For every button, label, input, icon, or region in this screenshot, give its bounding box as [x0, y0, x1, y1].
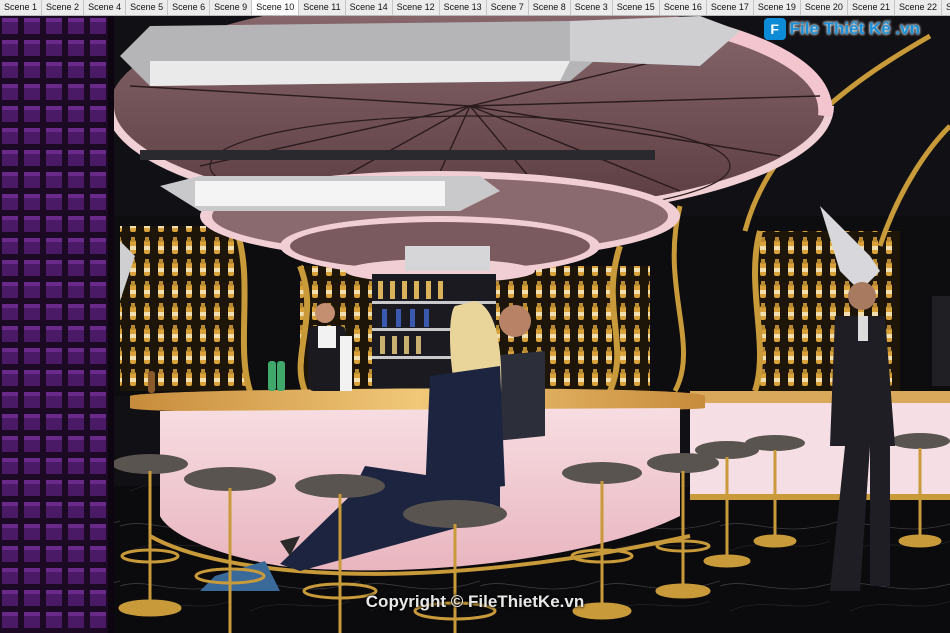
- scene-tab[interactable]: Scene 6: [168, 0, 211, 15]
- standing-man-figure: [830, 282, 895, 591]
- bar-render: [0, 16, 950, 633]
- scene-tab[interactable]: Scene 11: [299, 0, 346, 15]
- scene-tab[interactable]: Scene 22: [895, 0, 942, 15]
- scene-tab[interactable]: Scene 2: [42, 0, 85, 15]
- scene-tab[interactable]: Scene 8: [529, 0, 571, 15]
- scene-tab[interactable]: Scene 13: [440, 0, 487, 15]
- purple-block-wall: [0, 16, 112, 633]
- logo-icon: F: [763, 18, 786, 40]
- scene-tab[interactable]: Scene 12: [393, 0, 440, 15]
- scene-tab[interactable]: Scene 5: [126, 0, 169, 15]
- 3d-viewport[interactable]: [0, 16, 950, 633]
- scene-tab[interactable]: Scene 4: [84, 0, 127, 15]
- scene-tab[interactable]: Scene 16: [660, 0, 707, 15]
- scene-tab[interactable]: Scene 3: [571, 0, 613, 15]
- scene-tab[interactable]: Scene 10: [252, 0, 300, 15]
- scene-tab[interactable]: Scene 1: [0, 0, 43, 15]
- scene-tab-bar: Scene 1 Scene 2 Scene 4 Scene 5 Scene 6 Scene…: [0, 0, 950, 16]
- logo-text: File Thiết Kế .vn: [789, 19, 920, 38]
- scene-tab[interactable]: Scene 21: [848, 0, 895, 15]
- scene-tab[interactable]: Scene 14: [346, 0, 393, 15]
- scene-tab[interactable]: Scene 17: [707, 0, 754, 15]
- scene-tab[interactable]: Scene 9: [210, 0, 253, 15]
- scene-tab[interactable]: Scene 19: [754, 0, 801, 15]
- watermark-logo: F File Thiết Kế .vn: [763, 18, 920, 40]
- scene-tab[interactable]: Scene 15: [613, 0, 660, 15]
- scene-tab[interactable]: Scene 20: [801, 0, 848, 15]
- right-pillar: [932, 296, 950, 386]
- bottle-wall-left: [120, 224, 253, 392]
- ceiling-beam: [140, 150, 655, 160]
- scene-tab[interactable]: Scene 24: [942, 0, 950, 15]
- copyright-watermark: Copyright © FileThietKe.vn: [365, 592, 585, 611]
- scene-tab[interactable]: Scene 7: [487, 0, 529, 15]
